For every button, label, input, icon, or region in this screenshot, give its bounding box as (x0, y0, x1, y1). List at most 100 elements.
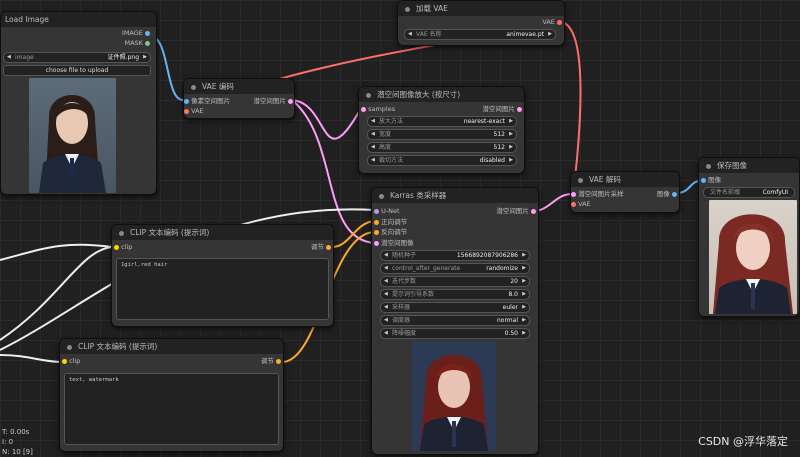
node-title[interactable]: CLIP 文本编码 (提示词) (112, 225, 333, 240)
slot-dot[interactable] (374, 208, 379, 214)
output-vae[interactable]: VAE (542, 18, 562, 27)
arrow-left-icon[interactable]: ◀ (384, 290, 388, 299)
output-image[interactable]: IMAGE (122, 29, 150, 38)
input-positive[interactable]: 正向调节 (374, 218, 407, 227)
collapse-dot-icon[interactable] (706, 163, 711, 169)
arrow-left-icon[interactable]: ◀ (408, 30, 412, 39)
output-conditioning[interactable]: 调节 (311, 243, 331, 252)
vae-decode-node[interactable]: VAE 解码 潜空间图片采样 VAE 图像 (570, 171, 680, 213)
collapse-dot-icon[interactable] (67, 344, 72, 350)
arrow-left-icon[interactable]: ◀ (384, 329, 388, 338)
scheduler-select[interactable]: ◀ 调度器 normal ▶ (380, 315, 530, 326)
slot-dot[interactable] (276, 358, 281, 364)
vae-name-select[interactable]: ◀ VAE 名称 animevae.pt ▶ (404, 29, 556, 40)
steps-stepper[interactable]: ◀ 迭代步数 20 ▶ (380, 276, 530, 287)
input-vae[interactable]: VAE (571, 200, 591, 209)
collapse-dot-icon[interactable] (379, 193, 384, 199)
arrow-left-icon[interactable]: ◀ (371, 117, 375, 126)
slot-dot[interactable] (145, 30, 150, 36)
slot-dot[interactable] (288, 98, 293, 104)
latent-upscale-node[interactable]: 潜空间图像放大 (按尺寸) samples 潜空间图片 ◀ 放大方法 nearest… (358, 86, 525, 174)
output-image[interactable]: 图像 (657, 190, 677, 199)
crop-select[interactable]: ◀ 裁切方法 disabled ▶ (367, 155, 517, 166)
node-title[interactable]: Karras 类采样器 (372, 188, 538, 203)
node-title[interactable]: VAE 解码 (571, 172, 679, 187)
arrow-right-icon[interactable]: ▶ (509, 156, 513, 165)
arrow-left-icon[interactable]: ◀ (384, 316, 388, 325)
slot-dot[interactable] (557, 19, 562, 25)
arrow-left-icon[interactable]: ◀ (384, 303, 388, 312)
output-latent[interactable]: 潜空间图片 (496, 207, 536, 216)
node-title[interactable]: 潜空间图像放大 (按尺寸) (359, 87, 524, 102)
input-vae[interactable]: VAE (184, 107, 204, 116)
input-clip[interactable]: clip (114, 243, 132, 252)
load-image-node[interactable]: Load Image IMAGE MASK ◀ image 证件照.png ▶ cho… (0, 11, 157, 195)
prompt-textarea[interactable]: 1girl,red hair (116, 258, 329, 320)
load-vae-node[interactable]: 加载 VAE VAE ◀ VAE 名称 animevae.pt ▶ (397, 0, 565, 46)
collapse-dot-icon[interactable] (405, 6, 410, 12)
input-clip[interactable]: clip (62, 357, 80, 366)
slot-dot[interactable] (145, 40, 150, 46)
save-image-node[interactable]: 保存图像 图像 文件名前缀 ComfyUI (698, 157, 800, 317)
arrow-right-icon[interactable]: ▶ (522, 329, 526, 338)
arrow-left-icon[interactable]: ◀ (384, 251, 388, 260)
ksampler-node[interactable]: Karras 类采样器 U-Net 正向调节 反向调节 潜空间图像 潜空间图片 … (371, 187, 539, 455)
slot-dot[interactable] (114, 244, 119, 250)
arrow-right-icon[interactable]: ▶ (522, 251, 526, 260)
denoise-stepper[interactable]: ◀ 降噪幅度 0.50 ▶ (380, 328, 530, 339)
slot-dot[interactable] (361, 106, 366, 112)
width-stepper[interactable]: ◀ 宽度 512 ▶ (367, 129, 517, 140)
input-latent[interactable]: 潜空间图像 (374, 239, 414, 248)
arrow-right-icon[interactable]: ▶ (522, 264, 526, 273)
collapse-dot-icon[interactable] (119, 230, 124, 236)
collapse-dot-icon[interactable] (191, 84, 196, 90)
slot-dot[interactable] (672, 191, 677, 197)
input-samples[interactable]: samples (361, 105, 395, 114)
collapse-dot-icon[interactable] (578, 177, 583, 183)
slot-dot[interactable] (374, 219, 379, 225)
slot-dot[interactable] (326, 244, 331, 250)
slot-dot[interactable] (531, 208, 536, 214)
arrow-right-icon[interactable]: ▶ (522, 316, 526, 325)
height-stepper[interactable]: ◀ 高度 512 ▶ (367, 142, 517, 153)
slot-dot[interactable] (184, 98, 189, 104)
output-conditioning[interactable]: 调节 (261, 357, 281, 366)
slot-dot[interactable] (701, 177, 706, 183)
slot-dot[interactable] (374, 229, 379, 235)
node-title[interactable]: Load Image (1, 12, 156, 27)
output-latent[interactable]: 潜空间图片 (482, 105, 522, 114)
arrow-right-icon[interactable]: ▶ (509, 117, 513, 126)
input-negative[interactable]: 反向调节 (374, 228, 407, 237)
prompt-textarea[interactable]: text, watermark (64, 373, 279, 445)
clip-text-encode-negative-node[interactable]: CLIP 文本编码 (提示词) clip 调节 text, watermark (59, 338, 284, 452)
node-title[interactable]: 加载 VAE (398, 1, 564, 16)
collapse-dot-icon[interactable] (366, 92, 371, 98)
vae-encode-node[interactable]: VAE 编码 像素空间图片 VAE 潜空间图片 (183, 78, 295, 119)
arrow-right-icon[interactable]: ▶ (143, 53, 147, 62)
arrow-left-icon[interactable]: ◀ (384, 264, 388, 273)
slot-dot[interactable] (62, 358, 67, 364)
slot-dot[interactable] (374, 240, 379, 246)
arrow-right-icon[interactable]: ▶ (509, 130, 513, 139)
slot-dot[interactable] (517, 106, 522, 112)
arrow-right-icon[interactable]: ▶ (548, 30, 552, 39)
arrow-right-icon[interactable]: ▶ (522, 290, 526, 299)
input-latent[interactable]: 潜空间图片采样 (571, 190, 624, 199)
output-mask[interactable]: MASK (124, 39, 150, 48)
upscale-method-select[interactable]: ◀ 放大方法 nearest-exact ▶ (367, 116, 517, 127)
slot-dot[interactable] (184, 108, 189, 114)
control-after-generate-select[interactable]: ◀ control_after_generate randomize ▶ (380, 263, 530, 274)
arrow-right-icon[interactable]: ▶ (522, 303, 526, 312)
slot-dot[interactable] (571, 201, 576, 207)
slot-dot[interactable] (571, 191, 576, 197)
clip-text-encode-positive-node[interactable]: CLIP 文本编码 (提示词) clip 调节 1girl,red hair (111, 224, 334, 327)
seed-stepper[interactable]: ◀ 随机种子 1566892087906286 ▶ (380, 250, 530, 261)
filename-prefix-field[interactable]: 文件名前缀 ComfyUI (703, 187, 795, 198)
arrow-left-icon[interactable]: ◀ (384, 277, 388, 286)
node-title[interactable]: 保存图像 (699, 158, 799, 173)
arrow-left-icon[interactable]: ◀ (7, 53, 11, 62)
input-image[interactable]: 图像 (701, 176, 721, 185)
node-title[interactable]: CLIP 文本编码 (提示词) (60, 339, 283, 354)
image-select[interactable]: ◀ image 证件照.png ▶ (3, 52, 151, 63)
arrow-left-icon[interactable]: ◀ (371, 156, 375, 165)
